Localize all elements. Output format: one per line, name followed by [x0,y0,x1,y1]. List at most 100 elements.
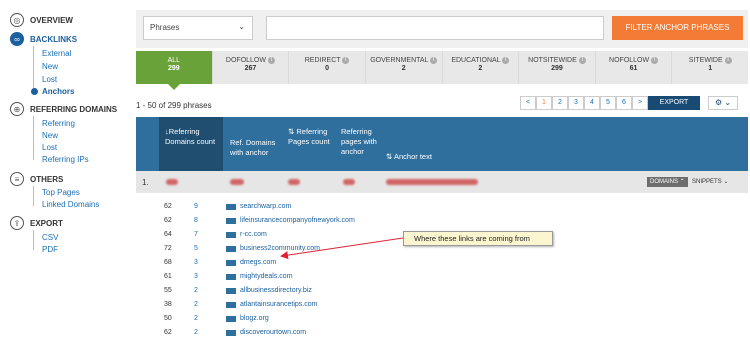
tab-educational[interactable]: EDUCATIONAL i 2 [443,51,520,84]
domain-count[interactable]: 2 [194,287,198,294]
table-row[interactable]: 1. DOMAINS ⌃ SNIPPETS ⌄ [136,171,748,193]
info-icon: i [578,57,586,64]
page-next[interactable]: > [632,96,648,110]
tab-dofollow[interactable]: DOFOLLOW i 267 [213,51,290,84]
flag-icon [226,302,236,308]
sidebar-referring-domains[interactable]: ⊕ REFERRING DOMAINS [10,102,117,116]
domain-link[interactable]: mightydeals.com [240,273,293,280]
domain-link[interactable]: business2community.com [240,245,320,252]
list-icon: ≡ [10,172,24,186]
sidebar-item-anchors[interactable]: Anchors [42,87,74,96]
domain-count[interactable]: 8 [194,217,198,224]
sidebar-item-top-pages[interactable]: Top Pages [42,188,80,197]
domain-count[interactable]: 2 [194,329,198,336]
domain-count[interactable]: 7 [194,231,198,238]
link-icon: ∞ [10,32,24,46]
sidebar-item-lost-ref[interactable]: Lost [42,143,57,152]
tab-count: 2 [478,65,483,72]
sidebar-item-pdf[interactable]: PDF [42,245,58,254]
domain-link[interactable]: allbusinessdirectory.biz [240,287,312,294]
redacted-value [166,179,178,185]
sidebar-export[interactable]: ⇪ EXPORT [10,216,63,230]
phrase-type-select[interactable]: Phrases ⌄ [143,16,253,40]
sort-icon: ⇅ [386,152,393,161]
info-icon: i [267,57,275,64]
domain-rank: 55 [164,287,172,294]
col-referring-domains-count[interactable]: ↓Referring Domains count [159,117,223,171]
sidebar-item-new[interactable]: New [42,62,58,71]
sidebar-backlinks[interactable]: ∞ BACKLINKS [10,32,77,46]
sidebar-item-external[interactable]: External [42,49,71,58]
sidebar-overview[interactable]: ◎ OVERVIEW [10,13,73,27]
sidebar-item-new-ref[interactable]: New [42,131,58,140]
domain-link[interactable]: searchwarp.com [240,203,291,210]
domain-rank: 38 [164,301,172,308]
tab-label: ALL [167,57,181,64]
page-1[interactable]: 1 [536,96,552,110]
flag-icon [226,316,236,322]
sidebar-item-linked-domains[interactable]: Linked Domains [42,200,99,209]
domain-rank: 50 [164,315,172,322]
tab-label: EDUCATIONAL [451,57,501,64]
domain-count[interactable]: 3 [194,273,198,280]
sidebar-item-csv[interactable]: CSV [42,233,58,242]
tab-notsitewide[interactable]: NOTSITEWIDE i 299 [519,51,596,84]
domain-link[interactable]: atlantainsurancetips.com [240,301,317,308]
info-icon: i [430,57,438,64]
tab-count: 299 [551,65,563,72]
tree-line [33,46,34,91]
results-range: 1 - 50 of 299 phrases [136,101,212,110]
list-item: 62 2 discoverourtown.com [136,329,748,343]
page-4[interactable]: 4 [584,96,600,110]
tab-label: DOFOLLOW [225,57,266,64]
tab-count: 2 [401,65,406,72]
domain-count[interactable]: 5 [194,245,198,252]
domain-link[interactable]: dmegs.com [240,259,276,266]
tab-all[interactable]: ALL 299 [136,51,213,90]
domain-rank: 61 [164,273,172,280]
tab-governmental[interactable]: GOVERNMENTAL i 2 [366,51,443,84]
col-referring-pages-count[interactable]: ⇅ Referring Pages count [288,127,332,147]
domain-link[interactable]: r-cc.com [240,231,267,238]
domain-link[interactable]: lifeinsurancecompanyofnewyork.com [240,217,355,224]
sidebar-item-lost[interactable]: Lost [42,75,57,84]
sidebar-item-referring[interactable]: Referring [42,119,75,128]
col-ref-domains-anchor[interactable]: Ref. Domains with anchor [230,138,278,158]
page-3[interactable]: 3 [568,96,584,110]
sidebar-item-referring-ips[interactable]: Referring IPs [42,155,89,164]
flag-icon [226,232,236,238]
sidebar-others[interactable]: ≡ OTHERS [10,172,63,186]
redacted-value [343,179,355,185]
sidebar-others-label: OTHERS [30,174,64,184]
domain-count[interactable]: 2 [194,301,198,308]
sidebar-export-label: EXPORT [30,218,63,228]
page-5[interactable]: 5 [600,96,616,110]
domain-count[interactable]: 9 [194,203,198,210]
page-2[interactable]: 2 [552,96,568,110]
domain-count[interactable]: 2 [194,315,198,322]
col-referring-pages-anchor[interactable]: Referring pages with anchor [341,127,385,157]
settings-dropdown[interactable]: ⚙ ⌄ [708,96,738,110]
tree-line [33,116,34,160]
domain-link[interactable]: discoverourtown.com [240,329,306,336]
tab-redirect[interactable]: REDIRECT i 0 [289,51,366,84]
list-item: 68 3 dmegs.com [136,259,748,273]
domain-count[interactable]: 3 [194,259,198,266]
domain-rank: 64 [164,231,172,238]
globe-icon: ⊕ [10,102,24,116]
domain-link[interactable]: blogz.org [240,315,269,322]
domain-rank: 62 [164,203,172,210]
domains-toggle-button[interactable]: DOMAINS ⌃ [647,177,688,187]
col-anchor-text[interactable]: ⇅ Anchor text [386,152,432,162]
page-6[interactable]: 6 [616,96,632,110]
export-button[interactable]: EXPORT [648,96,700,110]
search-input[interactable] [266,16,604,40]
page-prev[interactable]: < [520,96,536,110]
filter-anchor-phrases-button[interactable]: FILTER ANCHOR PHRASES [612,16,743,40]
tab-sitewide[interactable]: SITEWIDE i 1 [672,51,748,84]
filter-tabs: ALL 299 DOFOLLOW i 267 REDIRECT i 0 GOVE… [136,51,748,90]
tab-count: 267 [244,65,257,72]
tab-nofollow[interactable]: NOFOLLOW i 61 [596,51,673,84]
snippets-toggle-button[interactable]: SNIPPETS ⌄ [692,177,728,187]
tab-label: GOVERNMENTAL [370,57,429,64]
